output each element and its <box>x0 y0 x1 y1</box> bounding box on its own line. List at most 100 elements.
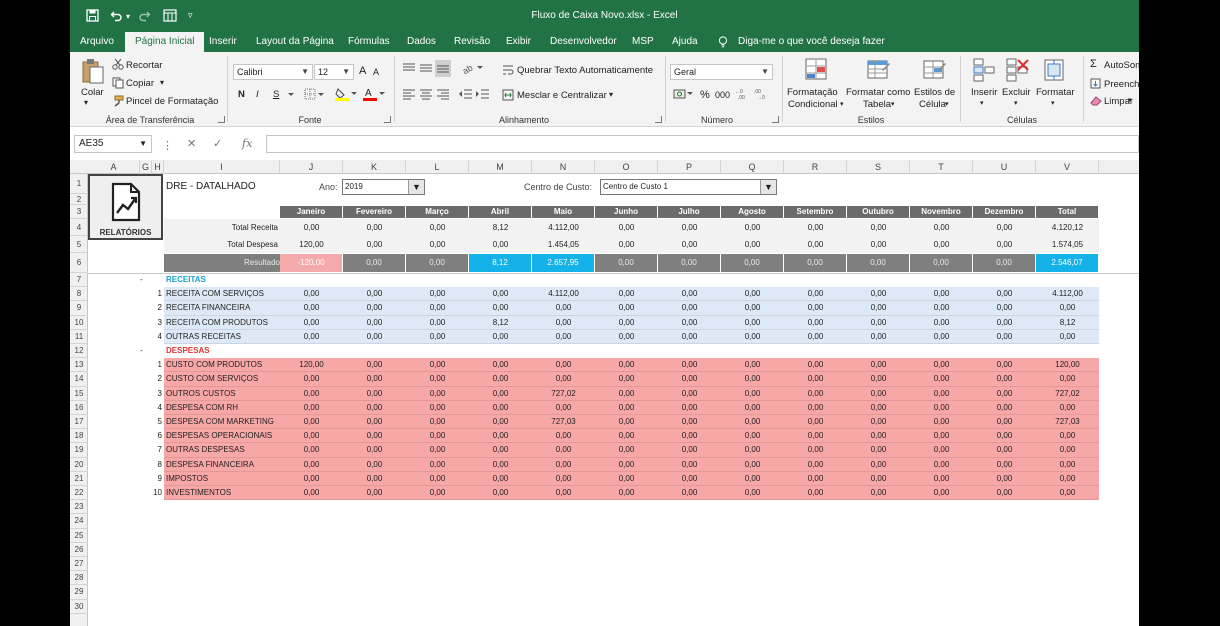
column-header-l[interactable]: L <box>406 160 469 174</box>
despesas-value[interactable]: 0,00 <box>469 358 532 372</box>
despesas-value[interactable]: 0,00 <box>847 401 910 415</box>
despesas-value[interactable]: 0,00 <box>784 486 847 500</box>
summary-value[interactable]: 0,00 <box>910 219 973 236</box>
despesas-value[interactable]: 0,00 <box>343 387 406 401</box>
tab-exibir[interactable]: Exibir <box>506 32 531 52</box>
despesas-value[interactable]: 0,00 <box>406 387 469 401</box>
despesas-value[interactable]: 0,00 <box>469 458 532 472</box>
decrease-font-button[interactable]: A <box>373 67 379 77</box>
orientation-icon[interactable]: ab <box>461 62 484 76</box>
copy-dropdown-icon[interactable]: ▾ <box>160 78 164 87</box>
receitas-value[interactable]: 0,00 <box>343 330 406 344</box>
despesas-value[interactable]: 0,00 <box>847 443 910 457</box>
despesas-value[interactable]: 120,00 <box>1036 358 1099 372</box>
despesas-value[interactable]: 0,00 <box>910 486 973 500</box>
despesas-value[interactable]: 0,00 <box>784 458 847 472</box>
cut-button[interactable]: Recortar <box>126 60 162 71</box>
despesas-value[interactable]: 0,00 <box>721 401 784 415</box>
despesas-value[interactable]: 0,00 <box>532 358 595 372</box>
despesas-value[interactable]: 0,00 <box>784 401 847 415</box>
row-header[interactable]: 15 <box>70 387 88 401</box>
thousands-separator-button[interactable]: 000 <box>715 90 730 100</box>
receitas-value[interactable]: 0,00 <box>406 301 469 315</box>
despesas-value[interactable]: 0,00 <box>721 486 784 500</box>
column-header-g[interactable]: G <box>140 160 152 174</box>
receitas-value[interactable]: 0,00 <box>1036 301 1099 315</box>
despesas-value[interactable]: 0,00 <box>343 458 406 472</box>
column-header-n[interactable]: N <box>532 160 595 174</box>
despesas-value[interactable]: 0,00 <box>784 358 847 372</box>
despesas-value[interactable]: 0,00 <box>973 387 1036 401</box>
clipboard-launcher-icon[interactable] <box>218 116 225 123</box>
summary-value[interactable]: 0,00 <box>406 236 469 253</box>
paste-icon[interactable] <box>82 58 104 86</box>
format-as-table-button[interactable]: Formatar como <box>846 87 910 98</box>
row-header[interactable]: 14 <box>70 372 88 387</box>
despesas-value[interactable]: 0,00 <box>658 358 721 372</box>
receitas-value[interactable]: 0,00 <box>784 301 847 315</box>
despesas-value[interactable]: 0,00 <box>1036 401 1099 415</box>
despesas-value[interactable]: 0,00 <box>595 486 658 500</box>
row-header[interactable]: 2 <box>70 194 88 205</box>
despesas-value[interactable]: 0,00 <box>910 443 973 457</box>
despesas-value[interactable]: 0,00 <box>532 443 595 457</box>
despesas-value[interactable]: 0,00 <box>847 415 910 429</box>
receitas-value[interactable]: 0,00 <box>847 301 910 315</box>
despesas-value[interactable]: 0,00 <box>847 486 910 500</box>
delete-dropdown-icon[interactable]: ▾ <box>1014 99 1018 107</box>
column-header-k[interactable]: K <box>343 160 406 174</box>
despesas-collapse-marker[interactable]: - <box>140 344 164 358</box>
row-header[interactable]: 12 <box>70 344 88 359</box>
despesas-value[interactable]: 0,00 <box>910 415 973 429</box>
cost-center-select[interactable]: Centro de Custo 1 ▼ <box>600 179 777 195</box>
receitas-value[interactable]: 0,00 <box>469 287 532 301</box>
cell-styles-dropdown-icon[interactable]: ▾ <box>945 100 949 108</box>
cancel-icon[interactable]: ✕ <box>187 137 196 150</box>
reports-button[interactable]: RELATÓRIOS <box>88 174 163 240</box>
despesas-value[interactable]: 0,00 <box>973 372 1036 386</box>
result-value[interactable]: 0,00 <box>406 254 468 272</box>
font-color-icon[interactable]: A <box>363 87 385 103</box>
merge-dropdown-icon[interactable]: ▾ <box>609 90 613 99</box>
despesas-value[interactable]: 0,00 <box>469 387 532 401</box>
despesas-value[interactable]: 0,00 <box>721 472 784 486</box>
despesas-value[interactable]: 0,00 <box>469 486 532 500</box>
font-size-select[interactable]: 12 ▼ <box>314 64 354 80</box>
row-header[interactable]: 6 <box>70 253 88 273</box>
despesas-value[interactable]: 0,00 <box>280 372 343 386</box>
borders-icon[interactable] <box>304 88 324 102</box>
despesas-value[interactable]: 0,00 <box>658 458 721 472</box>
despesas-value[interactable]: 0,00 <box>784 415 847 429</box>
receitas-value[interactable]: 8,12 <box>1036 316 1099 330</box>
currency-icon[interactable] <box>673 88 693 102</box>
wrap-text-button[interactable]: Quebrar Texto Automaticamente <box>517 65 653 76</box>
summary-value[interactable]: 1.574,05 <box>1036 236 1099 253</box>
receitas-value[interactable]: 8,12 <box>469 316 532 330</box>
despesas-value[interactable]: 0,00 <box>532 486 595 500</box>
receitas-collapse-marker[interactable]: - <box>140 273 164 287</box>
increase-indent-icon[interactable] <box>476 88 490 102</box>
despesas-value[interactable]: 0,00 <box>469 372 532 386</box>
receitas-value[interactable]: 0,00 <box>343 316 406 330</box>
despesas-value[interactable]: 0,00 <box>658 486 721 500</box>
despesas-value[interactable]: 0,00 <box>1036 472 1099 486</box>
receitas-value[interactable]: 0,00 <box>973 316 1036 330</box>
despesas-value[interactable]: 0,00 <box>721 429 784 443</box>
name-box[interactable]: AE35 ▼ <box>74 135 152 153</box>
row-header[interactable]: 16 <box>70 401 88 415</box>
tab-formulas[interactable]: Fórmulas <box>348 32 390 52</box>
tab-pagina-inicial[interactable]: Página Inicial <box>125 32 205 52</box>
despesas-value[interactable]: 0,00 <box>469 415 532 429</box>
despesas-value[interactable]: 0,00 <box>910 429 973 443</box>
despesas-value[interactable]: 0,00 <box>784 443 847 457</box>
tab-desenvolvedor[interactable]: Desenvolvedor <box>550 32 617 52</box>
despesas-value[interactable]: 0,00 <box>658 429 721 443</box>
result-value[interactable]: -120,00 <box>280 254 342 272</box>
despesas-value[interactable]: 0,00 <box>658 401 721 415</box>
align-right-icon[interactable] <box>436 88 450 102</box>
tab-ajuda[interactable]: Ajuda <box>672 32 698 52</box>
cell-styles-button[interactable]: Estilos de <box>914 87 955 98</box>
row-header[interactable]: 4 <box>70 219 88 236</box>
despesas-value[interactable]: 0,00 <box>1036 458 1099 472</box>
receitas-value[interactable]: 0,00 <box>532 301 595 315</box>
